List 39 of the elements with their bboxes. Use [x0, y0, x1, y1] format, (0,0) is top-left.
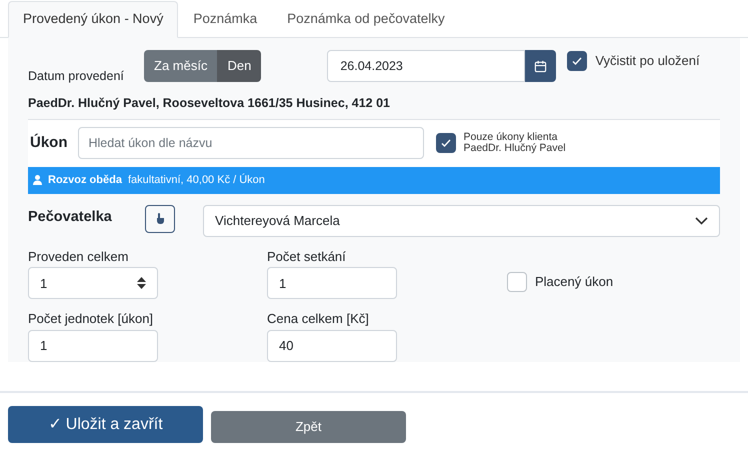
- search-field[interactable]: Hledat úkon dle názvu: [78, 127, 424, 160]
- field-label: Počet setkání: [267, 248, 347, 266]
- check-icon: [571, 55, 584, 67]
- calendar-icon: [534, 60, 548, 72]
- back-button[interactable]: Zpět: [211, 411, 406, 443]
- number-field[interactable]: 1: [28, 267, 158, 300]
- service-name: Rozvoz oběda: [48, 173, 122, 188]
- caregiver-select[interactable]: Vichtereyová Marcela: [203, 204, 720, 237]
- date-field[interactable]: 26.04.2023: [327, 50, 526, 82]
- input-field[interactable]: 1: [28, 330, 158, 362]
- date-label: Datum provedení: [28, 68, 125, 85]
- field-label: Počet jednotek [úkon]: [28, 310, 154, 328]
- service-label: Úkon: [30, 132, 68, 153]
- checkbox-label: Pouze úkony klienta: [464, 132, 558, 144]
- chevron-down-icon: [695, 216, 708, 225]
- service-detail: fakultativní, 40,00 Kč / Úkon: [128, 172, 265, 188]
- field-label: Cena celkem [Kč]: [267, 310, 370, 328]
- person-icon: [33, 175, 42, 186]
- hand-pointer-icon: [154, 213, 165, 224]
- spinner-icon[interactable]: [137, 277, 146, 290]
- tab[interactable]: Poznámka od pečovatelky: [272, 1, 460, 38]
- caregiver-label: Pečovatelka: [28, 208, 113, 227]
- tab[interactable]: Provedený úkon - Nový: [8, 1, 178, 38]
- checkbox[interactable]: [436, 133, 456, 154]
- mode-toggle[interactable]: Za měsíc: [144, 50, 218, 82]
- checkbox-label: Vyčistit po uložení: [595, 52, 700, 70]
- checkbox-label: Placený úkon: [535, 273, 614, 292]
- checkbox-label: PaedDr. Hlučný Pavel: [464, 143, 566, 154]
- input-field[interactable]: 1: [267, 267, 397, 300]
- mode-toggle[interactable]: Den: [217, 50, 262, 82]
- field-label: Proveden celkem: [28, 248, 130, 266]
- checkbox[interactable]: [507, 272, 527, 292]
- checkbox[interactable]: [567, 51, 588, 71]
- check-icon: [440, 137, 452, 150]
- calendar-button[interactable]: [525, 50, 556, 82]
- pick-button[interactable]: [144, 204, 176, 233]
- tab[interactable]: Poznámka: [178, 1, 272, 38]
- input-field[interactable]: 40: [267, 330, 397, 362]
- save-button[interactable]: ✓ Uložit a zavřít: [8, 406, 203, 443]
